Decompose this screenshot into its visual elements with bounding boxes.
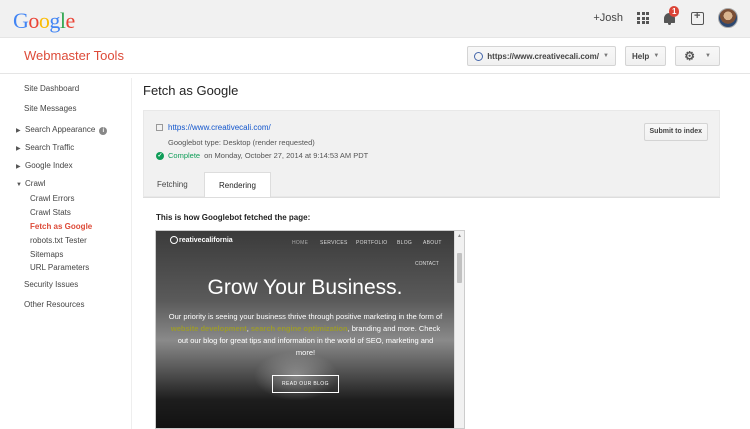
- status-label: Complete: [168, 151, 201, 160]
- help-button[interactable]: Help ▼: [624, 46, 667, 66]
- sidebar-item-robots-tester[interactable]: robots.txt Tester: [30, 236, 87, 245]
- submit-to-index-button[interactable]: Submit to index: [643, 123, 708, 141]
- external-link-icon[interactable]: [156, 124, 163, 131]
- chevron-down-icon: ▼: [653, 53, 660, 59]
- gear-icon: ⚙: [684, 49, 696, 63]
- rendered-text-part: Our priority is seeing your business thr…: [168, 312, 443, 321]
- rendered-hero-heading: Grow Your Business.: [207, 276, 403, 299]
- chevron-down-icon: ▼: [603, 53, 609, 59]
- rendered-read-blog-button: READ OUR BLOG: [272, 375, 339, 393]
- sidebar-item-label: Crawl: [25, 179, 46, 188]
- info-icon[interactable]: i: [99, 127, 108, 135]
- collapse-triangle-icon: ▼: [16, 182, 22, 188]
- sidebar-item-site-messages[interactable]: Site Messages: [24, 104, 76, 113]
- top-bar: Google +Josh 1: [0, 0, 750, 38]
- logo-c-icon: [170, 236, 178, 244]
- sidebar-item-label: Google Index: [25, 161, 73, 170]
- sidebar-item-url-parameters[interactable]: URL Parameters: [30, 263, 89, 272]
- user-link[interactable]: +Josh: [593, 12, 623, 24]
- sidebar-divider: [131, 78, 132, 429]
- fetch-url-row: https://www.creativecali.com/: [156, 123, 271, 132]
- rendered-nav-home: HOME: [292, 240, 309, 246]
- account-area: +Josh 1: [593, 6, 738, 28]
- site-selector[interactable]: https://www.creativecali.com/ ▼: [467, 46, 616, 66]
- globe-icon: [474, 51, 484, 61]
- expand-triangle-icon: ▶: [16, 164, 21, 170]
- rendered-nav-services: SERVICES: [320, 240, 348, 246]
- googlebot-type: Googlebot type: Desktop (render requeste…: [168, 138, 315, 147]
- scroll-thumb[interactable]: [457, 253, 462, 283]
- rendered-nav-blog: BLOG: [397, 240, 413, 246]
- sidebar-item-crawl-stats[interactable]: Crawl Stats: [30, 208, 71, 217]
- logo-letter: g: [49, 8, 60, 33]
- expand-triangle-icon: ▶: [16, 146, 21, 152]
- rendered-page-screenshot: reativecalifornia HOME SERVICES PORTFOLI…: [155, 230, 465, 429]
- avatar[interactable]: [718, 8, 738, 28]
- rendered-body-text: Our priority is seeing your business thr…: [168, 311, 443, 359]
- header-controls: https://www.creativecali.com/ ▼ Help ▼ ⚙…: [467, 46, 720, 66]
- header-divider: [0, 73, 750, 74]
- expand-triangle-icon: ▶: [16, 128, 21, 134]
- tab-fetching[interactable]: Fetching: [143, 172, 202, 197]
- sidebar-item-sitemaps[interactable]: Sitemaps: [30, 250, 63, 259]
- rendered-nav-portfolio: PORTFOLIO: [356, 240, 388, 246]
- settings-button[interactable]: ⚙ ▼: [675, 46, 720, 66]
- apps-grid-icon[interactable]: [637, 12, 649, 24]
- rendered-link-web-dev: website development: [170, 324, 247, 333]
- sidebar-item-search-traffic[interactable]: ▶ Search Traffic: [16, 143, 74, 152]
- render-scrollbar[interactable]: ▲: [454, 231, 464, 428]
- sidebar-item-crawl[interactable]: ▼ Crawl: [16, 179, 45, 188]
- logo-letter: e: [65, 8, 76, 33]
- sidebar-item-google-index[interactable]: ▶ Google Index: [16, 161, 73, 170]
- rendered-logo-text: reativecalifornia: [179, 236, 233, 244]
- check-circle-icon: ✓: [156, 151, 164, 160]
- result-tabs: Fetching Rendering: [143, 172, 720, 197]
- scroll-up-icon[interactable]: ▲: [457, 233, 462, 239]
- notifications-bell-icon[interactable]: 1: [663, 6, 680, 26]
- tab-rendering[interactable]: Rendering: [204, 172, 271, 197]
- logo-letter: o: [38, 8, 50, 33]
- fetch-status: ✓ Complete on Monday, October 27, 2014 a…: [156, 151, 368, 160]
- logo-letter: G: [13, 8, 29, 33]
- fetch-url-link[interactable]: https://www.creativecali.com/: [168, 123, 271, 132]
- google-logo[interactable]: Google: [13, 8, 75, 34]
- rendered-nav-about: ABOUT: [423, 240, 442, 246]
- sidebar-item-fetch-as-google[interactable]: Fetch as Google: [30, 222, 92, 231]
- sidebar-item-label: Search Traffic: [25, 143, 75, 152]
- sidebar-item-security-issues[interactable]: Security Issues: [24, 280, 78, 289]
- rendered-link-seo: search engine optimization: [250, 324, 348, 333]
- sidebar-item-crawl-errors[interactable]: Crawl Errors: [30, 194, 74, 203]
- logo-letter: o: [28, 8, 39, 33]
- help-label: Help: [631, 51, 650, 61]
- tabs-divider: [143, 197, 720, 198]
- site-selector-label: https://www.creativecali.com/: [487, 51, 600, 61]
- share-plus-icon[interactable]: [691, 10, 704, 25]
- status-detail: on Monday, October 27, 2014 at 9:14:53 A…: [204, 151, 369, 160]
- sidebar-item-other-resources[interactable]: Other Resources: [24, 300, 84, 309]
- fetched-caption: This is how Googlebot fetched the page:: [156, 213, 311, 222]
- app-title[interactable]: Webmaster Tools: [24, 48, 124, 63]
- sidebar-item-search-appearance[interactable]: ▶ Search Appearance i: [16, 125, 108, 135]
- page-title: Fetch as Google: [143, 83, 239, 98]
- chevron-down-icon: ▼: [705, 53, 711, 59]
- rendered-nav-contact: CONTACT: [415, 261, 439, 267]
- sidebar-item-site-dashboard[interactable]: Site Dashboard: [24, 84, 79, 93]
- notification-badge: 1: [669, 6, 680, 17]
- rendered-site-logo: reativecalifornia: [170, 236, 233, 244]
- sidebar-item-label: Search Appearance: [25, 125, 96, 134]
